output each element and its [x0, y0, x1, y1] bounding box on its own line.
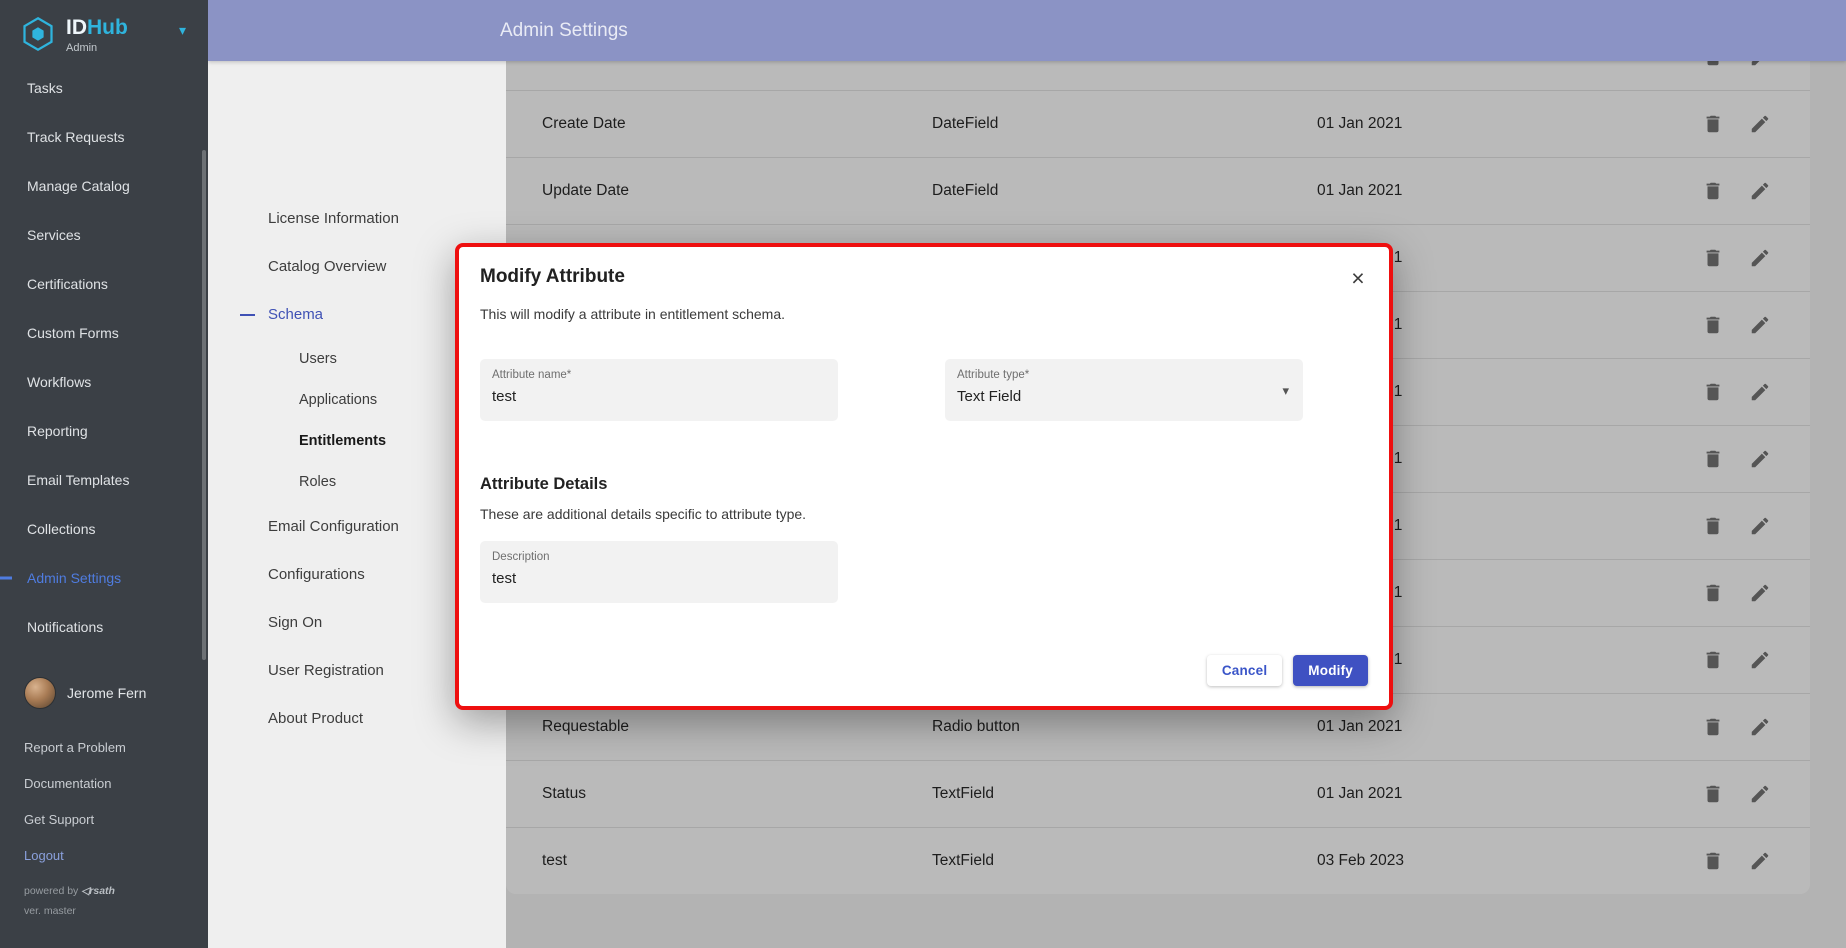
idhub-logo-icon — [20, 16, 56, 52]
settings-nav-label: Sign On — [268, 614, 322, 631]
sidebar-item[interactable]: Services — [0, 210, 208, 259]
settings-nav-label: Applications — [299, 392, 377, 408]
powered-by-label: powered by — [24, 885, 78, 897]
brand-hub: Hub — [87, 16, 128, 39]
sidebar-item-label: Notifications — [27, 619, 103, 635]
sidebar-item-label: Tasks — [27, 80, 63, 96]
attribute-fields-row: Attribute name* test Attribute type* Tex… — [480, 359, 1368, 421]
attribute-type-value: Text Field — [957, 388, 1291, 405]
version-label: ver. master — [24, 905, 208, 917]
attribute-details-heading: Attribute Details — [480, 473, 1368, 495]
description-label: Description — [492, 551, 826, 563]
settings-nav-label: License Information — [268, 210, 399, 227]
sidebar-item-label: Workflows — [27, 374, 91, 390]
brand[interactable]: IDHub Admin ▾ — [0, 0, 208, 78]
settings-nav-label: Schema — [268, 306, 323, 323]
brand-id: ID — [66, 16, 87, 39]
sidebar-item[interactable]: Track Requests — [0, 112, 208, 161]
settings-nav-label: Configurations — [268, 566, 365, 583]
modify-button[interactable]: Modify — [1293, 655, 1368, 686]
sidebar-item-label: Admin Settings — [27, 570, 121, 586]
app-root: IDHub Admin ▾ Tasks Track Requests — [0, 0, 1846, 948]
cancel-button[interactable]: Cancel — [1207, 655, 1282, 686]
active-indicator — [0, 576, 12, 579]
vendor-logo: ◁rsath — [81, 885, 115, 897]
user-profile[interactable]: Jerome Fern — [24, 677, 208, 709]
settings-nav-label: Users — [299, 351, 337, 367]
sidebar-item-label: Track Requests — [27, 129, 125, 145]
sidebar-item-label: Certifications — [27, 276, 108, 292]
sidebar-item[interactable]: Collections — [0, 504, 208, 553]
attribute-type-label: Attribute type* — [957, 369, 1291, 381]
sidebar: IDHub Admin ▾ Tasks Track Requests — [0, 0, 208, 948]
footer-link[interactable]: Logout — [0, 837, 208, 873]
sidebar-item-label: Services — [27, 227, 81, 243]
attribute-details-subtitle: These are additional details specific to… — [480, 505, 1368, 523]
sidebar-item[interactable]: Custom Forms — [0, 308, 208, 357]
user-name: Jerome Fern — [67, 685, 146, 701]
sidebar-item-label: Manage Catalog — [27, 178, 130, 194]
sidebar-item-label: Custom Forms — [27, 325, 119, 341]
sidebar-item[interactable]: Admin Settings — [0, 553, 208, 602]
settings-nav-label: Entitlements — [299, 433, 386, 449]
sidebar-item-label: Email Templates — [27, 472, 129, 488]
settings-nav-label: About Product — [268, 710, 363, 727]
sidebar-item[interactable]: Certifications — [0, 259, 208, 308]
footer-link[interactable]: Documentation — [0, 765, 208, 801]
sidebar-item[interactable]: Reporting — [0, 406, 208, 455]
footer-link[interactable]: Report a Problem — [0, 729, 208, 765]
attribute-name-field[interactable]: Attribute name* test — [480, 359, 838, 421]
brand-caret-icon[interactable]: ▾ — [179, 22, 186, 39]
app-header: Admin Settings — [208, 0, 1846, 61]
settings-nav-label: Email Configuration — [268, 518, 399, 535]
footer-link[interactable]: Get Support — [0, 801, 208, 837]
sidebar-item[interactable]: Manage Catalog — [0, 161, 208, 210]
sidebar-item-label: Collections — [27, 521, 95, 537]
dialog-description: This will modify a attribute in entitlem… — [480, 305, 1368, 323]
description-field[interactable]: Description test — [480, 541, 838, 603]
modify-attribute-dialog: Modify Attribute × This will modify a at… — [455, 243, 1393, 710]
attribute-name-value: test — [492, 388, 826, 405]
brand-subtitle: Admin — [66, 42, 128, 54]
active-dash — [240, 314, 255, 316]
attribute-type-select[interactable]: Attribute type* Text Field ▾ — [945, 359, 1303, 421]
description-value: test — [492, 570, 826, 587]
dialog-actions: Cancel Modify — [1207, 655, 1368, 686]
dropdown-caret-icon: ▾ — [1282, 383, 1289, 399]
brand-text: IDHub Admin — [66, 16, 128, 78]
sidebar-menu: Tasks Track Requests Manage Catalog Serv… — [0, 63, 208, 651]
settings-nav-item[interactable]: License Information — [208, 194, 506, 242]
settings-nav-label: Roles — [299, 474, 336, 490]
brand-name: IDHub — [66, 16, 128, 40]
settings-nav-label: Catalog Overview — [268, 258, 386, 275]
dialog-title: Modify Attribute — [480, 265, 1368, 289]
sidebar-footer-links: Report a Problem Documentation Get Suppo… — [0, 729, 208, 873]
settings-nav-label: User Registration — [268, 662, 384, 679]
sidebar-item[interactable]: Email Templates — [0, 455, 208, 504]
sidebar-item-label: Reporting — [27, 423, 88, 439]
avatar — [24, 677, 56, 709]
attribute-name-label: Attribute name* — [492, 369, 826, 381]
close-icon[interactable]: × — [1341, 261, 1375, 295]
sidebar-item[interactable]: Notifications — [0, 602, 208, 651]
page-title: Admin Settings — [500, 20, 628, 42]
powered-by: powered by ◁rsath — [24, 885, 208, 897]
sidebar-item[interactable]: Workflows — [0, 357, 208, 406]
